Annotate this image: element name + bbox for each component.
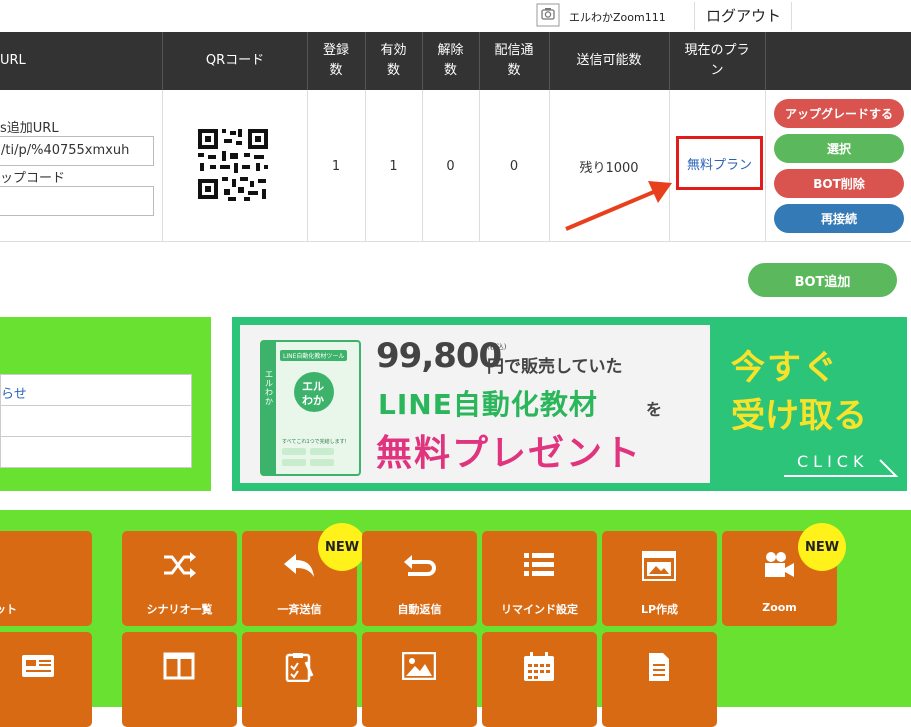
- divider: [694, 2, 695, 30]
- menu-tile-media[interactable]: [362, 632, 477, 727]
- add-bot-button[interactable]: BOT追加: [748, 263, 897, 297]
- banner-price: 99,800: [376, 336, 502, 376]
- header-divider: [479, 32, 480, 90]
- menu-tile-scenario-list[interactable]: シナリオ一覧: [122, 531, 237, 626]
- book-chip: [282, 448, 306, 455]
- app-code-label: ップコード: [0, 171, 66, 186]
- book-title: LINE自動化教材ツール: [280, 350, 348, 361]
- cancelled-count: 0: [446, 158, 455, 174]
- list-bullets-icon: [524, 553, 554, 576]
- cell-divider: [765, 90, 766, 242]
- account-avatar-icon: [536, 3, 560, 27]
- col-delivered: 配信通 数: [494, 43, 534, 78]
- new-badge: NEW: [318, 523, 366, 571]
- banner-headline: LINE自動化教材: [378, 388, 598, 421]
- qr-code-image: [188, 121, 278, 211]
- select-button[interactable]: 選択: [774, 134, 904, 163]
- clipboard-icon: [285, 653, 314, 682]
- book-tagline: すべてこれ1つで完結します!: [282, 439, 347, 445]
- upgrade-button[interactable]: アップグレードする: [774, 99, 904, 128]
- col-url: URL: [0, 53, 26, 68]
- webpage-icon: [642, 551, 676, 581]
- header-divider: [765, 32, 766, 90]
- notice-list: らせ: [0, 374, 192, 468]
- menu-tile-form[interactable]: [242, 632, 357, 727]
- reconnect-button[interactable]: 再接続: [774, 204, 904, 233]
- divider: [791, 2, 792, 30]
- menu-tile-label: LP作成: [640, 603, 679, 616]
- columns-icon: [163, 652, 195, 680]
- banner-price-tax: (税込): [487, 343, 507, 351]
- notice-item[interactable]: [1, 437, 191, 468]
- image-icon: [402, 652, 436, 680]
- header-divider: [549, 32, 550, 90]
- menu-tile-label: 一斉送信: [277, 603, 322, 616]
- header-divider: [365, 32, 366, 90]
- cell-divider: [162, 90, 163, 242]
- add-url-label: s追加URL: [0, 121, 59, 136]
- book-spine-text: エルわか: [265, 370, 273, 406]
- video-camera-icon: [765, 552, 794, 577]
- active-count: 1: [389, 158, 398, 174]
- logout-link[interactable]: ログアウト: [706, 5, 781, 26]
- calendar-icon: [524, 652, 554, 681]
- click-arrow-icon: [784, 459, 899, 477]
- col-active: 有効 数: [380, 43, 407, 78]
- notice-item[interactable]: らせ: [1, 375, 191, 406]
- notice-item[interactable]: [1, 406, 191, 437]
- header-divider: [422, 32, 423, 90]
- menu-tile-lp-create[interactable]: LP作成: [602, 531, 717, 626]
- menu-tile-reminder[interactable]: リマインド設定: [482, 531, 597, 626]
- table-header: URL QRコード 登録 数 有効 数 解除 数 配信通 数 送信可能数 現在の…: [0, 32, 911, 90]
- menu-tile-label: Zoom: [762, 601, 797, 614]
- banner-cta-line1: 今すぐ: [731, 348, 839, 388]
- menu-tile-label: ット: [0, 603, 17, 616]
- menu-tile-partial[interactable]: ット: [0, 531, 92, 626]
- reply-icon: [284, 554, 314, 577]
- menu-tile-document[interactable]: [602, 632, 717, 727]
- add-url-field[interactable]: /ti/p/%40755xmxuh: [0, 136, 154, 166]
- header-divider: [162, 32, 163, 90]
- menu-tile-label: シナリオ一覧: [146, 603, 213, 616]
- delete-bot-button[interactable]: BOT削除: [774, 169, 904, 198]
- app-code-field[interactable]: [0, 186, 154, 216]
- banner-cta-line2: 受け取る: [731, 396, 867, 436]
- col-registered: 登録 数: [322, 43, 349, 78]
- header-divider: [669, 32, 670, 90]
- card-icon: [22, 655, 54, 677]
- book-spine: [262, 342, 276, 474]
- menu-tile-template[interactable]: [122, 632, 237, 727]
- menu-tile-label: 自動返信: [397, 603, 442, 616]
- shuffle-icon: [164, 552, 196, 578]
- return-icon: [404, 555, 436, 576]
- current-plan-link[interactable]: 無料プラン: [676, 136, 763, 190]
- col-qr: QRコード: [205, 53, 265, 68]
- book-chip: [310, 459, 334, 466]
- new-badge: NEW: [798, 523, 846, 571]
- arrow-annotation-icon: [565, 181, 672, 231]
- book-chip: [282, 459, 306, 466]
- menu-tile-partial[interactable]: [0, 632, 92, 727]
- banner-offer: 無料プレゼント: [376, 433, 643, 474]
- menu-tile-auto-reply[interactable]: 自動返信: [362, 531, 477, 626]
- col-cancelled: 解除 数: [437, 43, 464, 78]
- top-bar: エルわかZoom111 ログアウト: [0, 0, 911, 32]
- menu-tile-calendar[interactable]: [482, 632, 597, 727]
- banner-headline-suffix: を: [646, 400, 663, 419]
- book-logo-text-2: わか: [302, 394, 324, 407]
- col-sendable: 送信可能数: [576, 53, 642, 68]
- banner-price-suffix: 円で販売していた: [487, 357, 623, 377]
- col-plan: 現在のプラ ン: [684, 43, 750, 78]
- header-divider: [307, 32, 308, 90]
- book-chip: [310, 448, 334, 455]
- account-name: エルわかZoom111: [569, 11, 666, 24]
- registered-count: 1: [331, 158, 341, 174]
- menu-tile-label: リマインド設定: [501, 603, 578, 616]
- document-icon: [649, 653, 669, 681]
- delivered-count: 0: [509, 158, 519, 174]
